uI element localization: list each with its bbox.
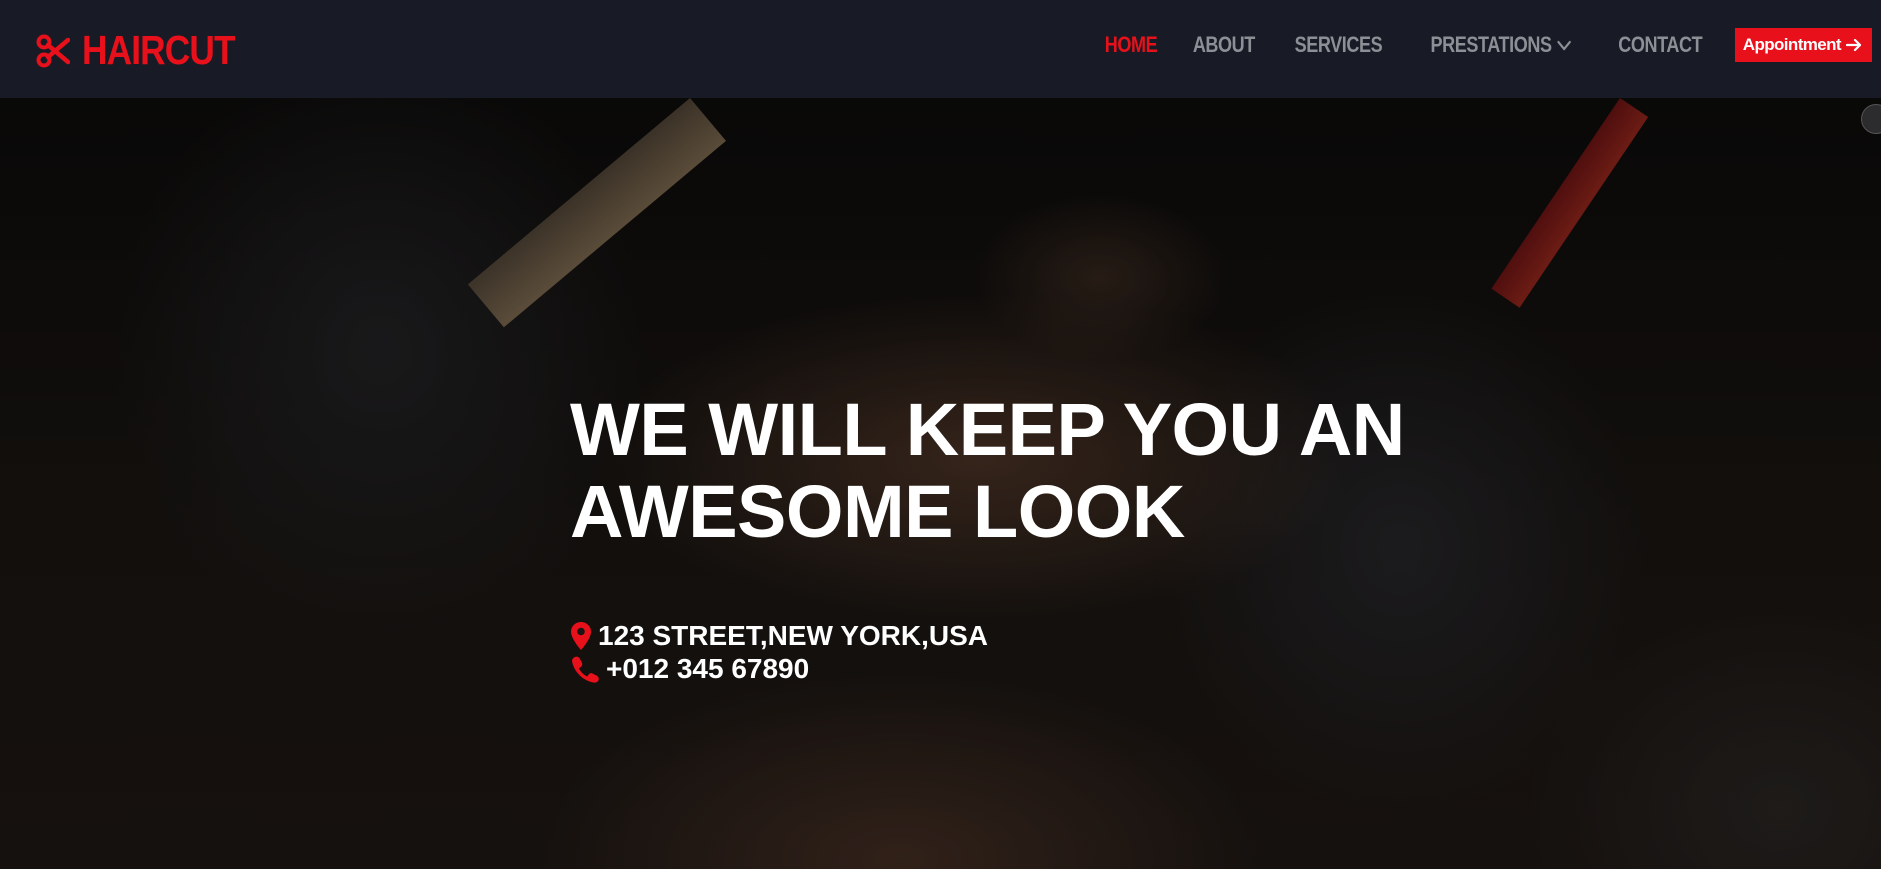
nav-prestations-dropdown[interactable]: PRESTATIONS — [1430, 32, 1571, 58]
main-nav: HOME ABOUT SERVICES PRESTATIONS CONTACT — [1099, 27, 1881, 63]
brand-name: HAIRCUT — [82, 27, 235, 73]
hero-title: WE WILL KEEP YOU AN AWESOME LOOK — [570, 388, 1405, 553]
arrow-right-icon — [1846, 38, 1862, 52]
phone-text: +012 345 67890 — [606, 653, 810, 684]
nav-contact[interactable]: CONTACT — [1619, 32, 1703, 58]
navbar: HAIRCUT HOME ABOUT SERVICES PRESTATIONS — [0, 0, 1881, 98]
phone-row: +012 345 67890 — [570, 653, 809, 685]
address-row: 123 STREET,NEW YORK,USA — [570, 620, 988, 652]
nav-contact-label: CONTACT — [1618, 32, 1703, 57]
nav-services-label: SERVICES — [1294, 32, 1383, 57]
nav-home[interactable]: HOME — [1104, 32, 1158, 58]
appointment-label: Appointment — [1742, 35, 1842, 54]
map-pin-icon — [570, 621, 592, 651]
nav-home-label: HOME — [1104, 32, 1158, 57]
brand-logo[interactable]: HAIRCUT — [36, 30, 259, 71]
phone-icon — [570, 655, 600, 683]
nav-about-label: ABOUT — [1192, 32, 1255, 57]
scissors-icon — [36, 34, 70, 68]
nav-services[interactable]: SERVICES — [1294, 32, 1382, 58]
page: HAIRCUT HOME ABOUT SERVICES PRESTATIONS — [0, 0, 1881, 869]
appointment-button[interactable]: Appointment — [1734, 28, 1872, 62]
chevron-down-icon — [1556, 39, 1571, 51]
nav-about[interactable]: ABOUT — [1193, 32, 1255, 58]
nav-prestations-label: PRESTATIONS — [1430, 32, 1552, 57]
address-text: 123 STREET,NEW YORK,USA — [598, 620, 989, 651]
